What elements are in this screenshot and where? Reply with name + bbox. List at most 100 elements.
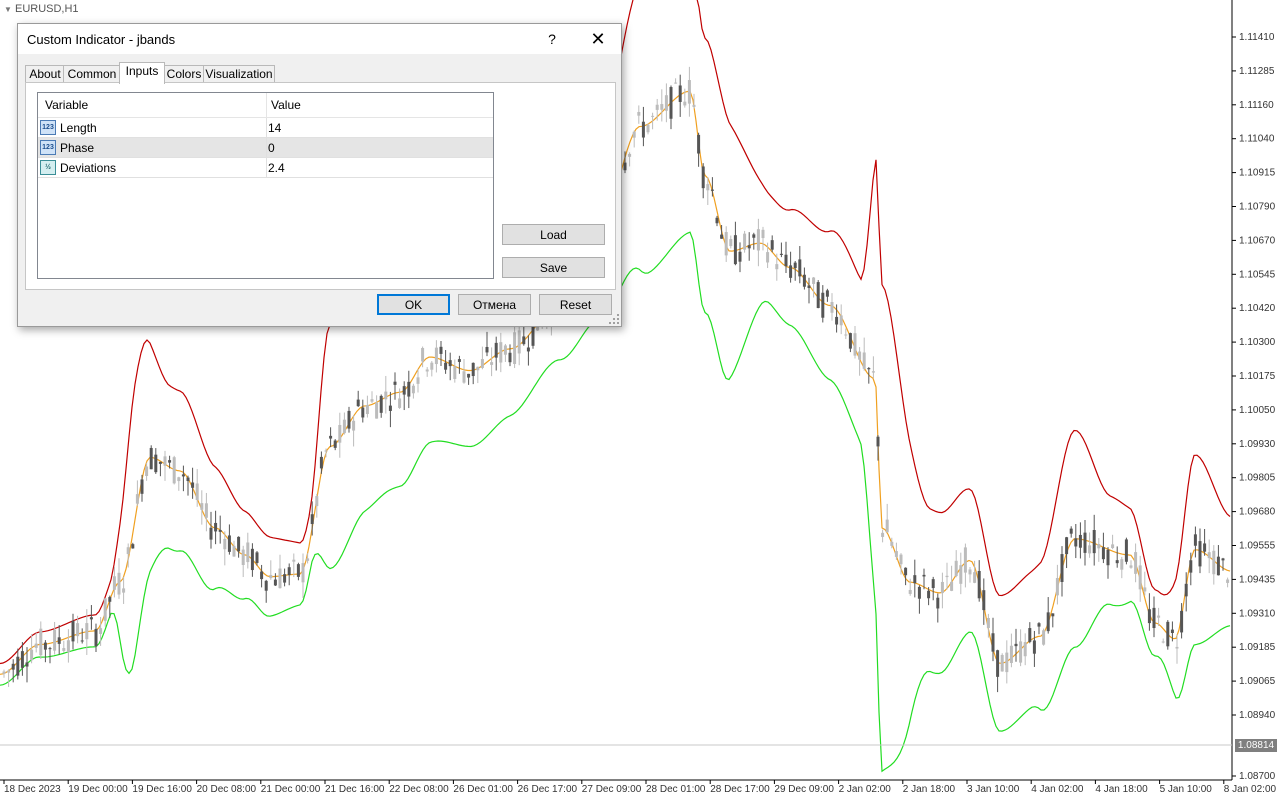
dialog-titlebar[interactable]: Custom Indicator - jbands ? ✕ — [18, 24, 621, 54]
candle-body — [697, 134, 701, 154]
candle-body — [1014, 643, 1018, 647]
candle-body — [522, 336, 526, 345]
symbol-timeframe-label: ▼ EURUSD,H1 — [4, 3, 79, 15]
candle-body — [1157, 615, 1161, 618]
candle-body — [513, 332, 517, 364]
candle-body — [485, 346, 489, 353]
candle-body — [812, 277, 816, 284]
time-tick-label: 21 Dec 16:00 — [325, 784, 385, 795]
table-row-phase[interactable]: 123 Phase 0 — [38, 138, 493, 158]
candle-body — [99, 628, 103, 634]
price-tick-label: 1.08700 — [1239, 771, 1276, 782]
tab-colors[interactable]: Colors — [163, 65, 205, 83]
candle-body — [1065, 537, 1069, 555]
candle-body — [715, 217, 719, 224]
help-button[interactable]: ? — [538, 28, 566, 50]
candle-body — [632, 131, 636, 138]
tab-inputs[interactable]: Inputs — [119, 62, 165, 84]
candle-body — [678, 85, 682, 102]
candle-body — [1189, 560, 1193, 573]
price-tick-label: 1.09185 — [1239, 642, 1276, 653]
close-button[interactable]: ✕ — [584, 28, 612, 50]
candle-body — [508, 352, 512, 363]
candle-body — [246, 542, 250, 563]
time-tick-label: 2 Jan 02:00 — [839, 784, 892, 795]
candle-body — [416, 377, 420, 384]
candle-body — [692, 104, 696, 107]
candle-body — [1203, 543, 1207, 552]
candle-body — [241, 549, 245, 565]
candle-body — [793, 262, 797, 269]
candle-body — [913, 575, 917, 584]
candle-body — [940, 581, 944, 594]
price-tick-label: 1.09805 — [1239, 473, 1276, 484]
time-tick-label: 2 Jan 18:00 — [903, 784, 956, 795]
table-row-deviations[interactable]: ½ Deviations 2.4 — [38, 158, 493, 178]
candle-body — [789, 265, 793, 278]
ok-button[interactable]: OK — [377, 294, 450, 315]
save-button[interactable]: Save — [502, 257, 605, 278]
candle-body — [421, 347, 425, 362]
candle-body — [319, 456, 323, 469]
candle-body — [733, 235, 737, 265]
candle-body — [1037, 623, 1041, 627]
price-tick-label: 1.11410 — [1239, 32, 1275, 43]
candle-body — [724, 232, 728, 256]
column-header-value[interactable]: Value — [271, 98, 301, 112]
candle-body — [296, 564, 300, 577]
variable-value[interactable]: 14 — [268, 121, 281, 135]
candle-body — [858, 351, 862, 360]
candle-body — [411, 385, 415, 394]
candle-body — [471, 362, 475, 377]
price-tick-label: 1.10050 — [1239, 405, 1276, 416]
candle-body — [200, 503, 204, 510]
candle-body — [977, 570, 981, 599]
candle-body — [710, 189, 714, 191]
load-button[interactable]: Load — [502, 224, 605, 245]
time-tick-label: 18 Dec 2023 — [4, 784, 61, 795]
candle-body — [917, 586, 921, 599]
candle-body — [48, 648, 52, 650]
candle-body — [655, 104, 659, 110]
resize-grip-icon[interactable] — [609, 314, 619, 324]
reset-button[interactable]: Reset — [539, 294, 612, 315]
variable-value[interactable]: 0 — [268, 141, 275, 155]
tab-about[interactable]: About — [25, 65, 65, 83]
candle-body — [1138, 565, 1142, 590]
tab-common[interactable]: Common — [63, 65, 121, 83]
candle-body — [168, 460, 172, 463]
time-tick-label: 4 Jan 18:00 — [1095, 784, 1148, 795]
candle-body — [1170, 629, 1174, 633]
candle-body — [959, 565, 963, 584]
candle-body — [260, 571, 264, 580]
candle-body — [20, 651, 24, 668]
variable-value[interactable]: 2.4 — [268, 161, 285, 175]
column-header-variable[interactable]: Variable — [45, 98, 88, 112]
candle-body — [798, 259, 802, 277]
candle-body — [315, 496, 319, 507]
candle-body — [1207, 552, 1211, 559]
candle-body — [848, 333, 852, 349]
candle-body — [1216, 556, 1220, 576]
candle-body — [954, 560, 958, 577]
candle-body — [1166, 621, 1170, 647]
dialog-title: Custom Indicator - jbands — [27, 32, 176, 47]
candle-body — [752, 234, 756, 238]
candle-body — [503, 345, 507, 355]
candle-body — [747, 245, 751, 249]
time-scale: 18 Dec 2023 19 Dec 00:00 19 Dec 16:00 20 De… — [3, 780, 1277, 795]
candle-body — [862, 352, 866, 369]
candle-body — [186, 477, 190, 482]
candle-body — [936, 597, 940, 609]
candle-body — [867, 368, 871, 370]
cancel-button[interactable]: Отмена — [458, 294, 531, 315]
candle-body — [651, 115, 655, 117]
table-row-length[interactable]: 123 Length 14 — [38, 118, 493, 138]
candle-body — [126, 547, 130, 555]
candle-body — [329, 435, 333, 439]
time-tick-label: 29 Dec 09:00 — [774, 784, 834, 795]
candle-body — [1088, 545, 1092, 554]
candle-body — [1055, 578, 1059, 596]
inputs-panel: Variable Value 123 Length 14 123 Phase 0… — [25, 82, 616, 290]
tab-visualization[interactable]: Visualization — [203, 65, 275, 83]
